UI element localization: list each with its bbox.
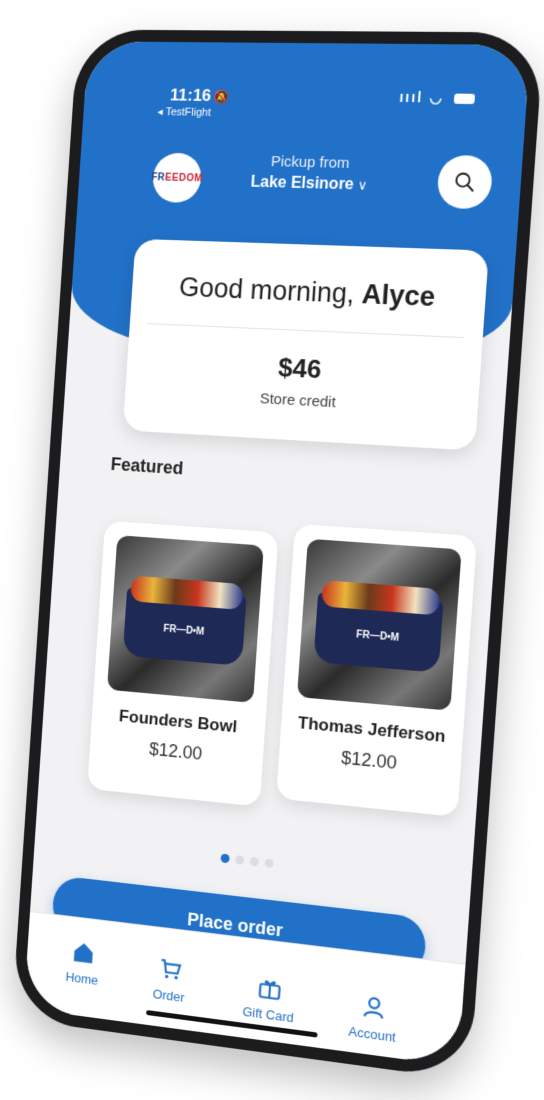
home-icon — [73, 942, 94, 964]
product-price: $12.00 — [148, 738, 203, 764]
account-icon — [360, 993, 388, 1023]
time-text: 11:16 — [169, 85, 212, 105]
cart-icon — [157, 955, 184, 980]
pickup-selector[interactable]: Pickup from Lake Elsinore ∨ — [212, 152, 409, 196]
tab-gift-card[interactable]: Gift Card — [228, 970, 310, 1027]
pagination-dot[interactable] — [264, 858, 274, 869]
tab-home-label: Home — [65, 969, 99, 988]
chevron-down-icon: ∨ — [357, 177, 368, 193]
wifi-icon: ◡ — [428, 89, 445, 106]
pickup-location-text: Lake Elsinore — [250, 173, 355, 194]
tab-account[interactable]: Account — [331, 989, 415, 1047]
greeting-card: Good morning, Alyce $46 Store credit — [122, 238, 489, 451]
tab-home[interactable]: Home — [44, 936, 122, 991]
status-time: 11:16 🔕 — [169, 86, 230, 107]
status-icons: ıııl ◡ — [399, 89, 476, 107]
product-card[interactable]: FR—D•M Thomas Jefferson $12.00 — [276, 523, 478, 818]
pagination-dot[interactable] — [235, 855, 245, 865]
tab-order[interactable]: Order — [130, 952, 210, 1008]
product-price: $12.00 — [340, 747, 398, 774]
greeting-prefix: Good morning, — [178, 272, 356, 309]
user-name: Alyce — [360, 278, 437, 313]
featured-heading: Featured — [110, 454, 184, 479]
product-name: Thomas Jefferson — [297, 713, 447, 747]
logo-text-b: EEDOM — [164, 172, 204, 184]
battery-icon — [453, 93, 476, 105]
signal-icon: ıııl — [398, 88, 424, 106]
product-card[interactable]: FR—D•M Founders Bowl $12.00 — [87, 520, 279, 807]
tab-order-label: Order — [152, 986, 186, 1006]
gift-icon — [256, 974, 283, 1003]
status-bar: 11:16 🔕 ◂ TestFlight ıııl ◡ — [83, 84, 528, 131]
greeting-text: Good morning, Alyce — [131, 270, 486, 315]
pickup-label: Pickup from — [270, 153, 351, 173]
phone-frame: 11:16 🔕 ◂ TestFlight ıııl ◡ FR EEDOM Pick… — [11, 29, 544, 1081]
product-name: Founders Bowl — [118, 706, 238, 737]
app-screen: 11:16 🔕 ◂ TestFlight ıııl ◡ FR EEDOM Pick… — [23, 41, 531, 1067]
pagination-dot-active[interactable] — [220, 853, 230, 864]
bell-muted-icon: 🔕 — [213, 89, 231, 105]
product-image: FR—D•M — [107, 535, 264, 703]
featured-carousel[interactable]: FR—D•M Founders Bowl $12.00 FR—D•M Thoma… — [67, 502, 497, 827]
tab-account-label: Account — [347, 1023, 397, 1045]
logo-text-a: FR — [151, 171, 166, 183]
tab-gift-card-label: Gift Card — [242, 1003, 295, 1026]
card-divider — [146, 323, 465, 339]
product-image: FR—D•M — [296, 538, 462, 711]
search-icon — [453, 170, 477, 193]
back-to-testflight-link[interactable]: ◂ TestFlight — [157, 105, 211, 119]
pagination-dot[interactable] — [249, 856, 260, 867]
